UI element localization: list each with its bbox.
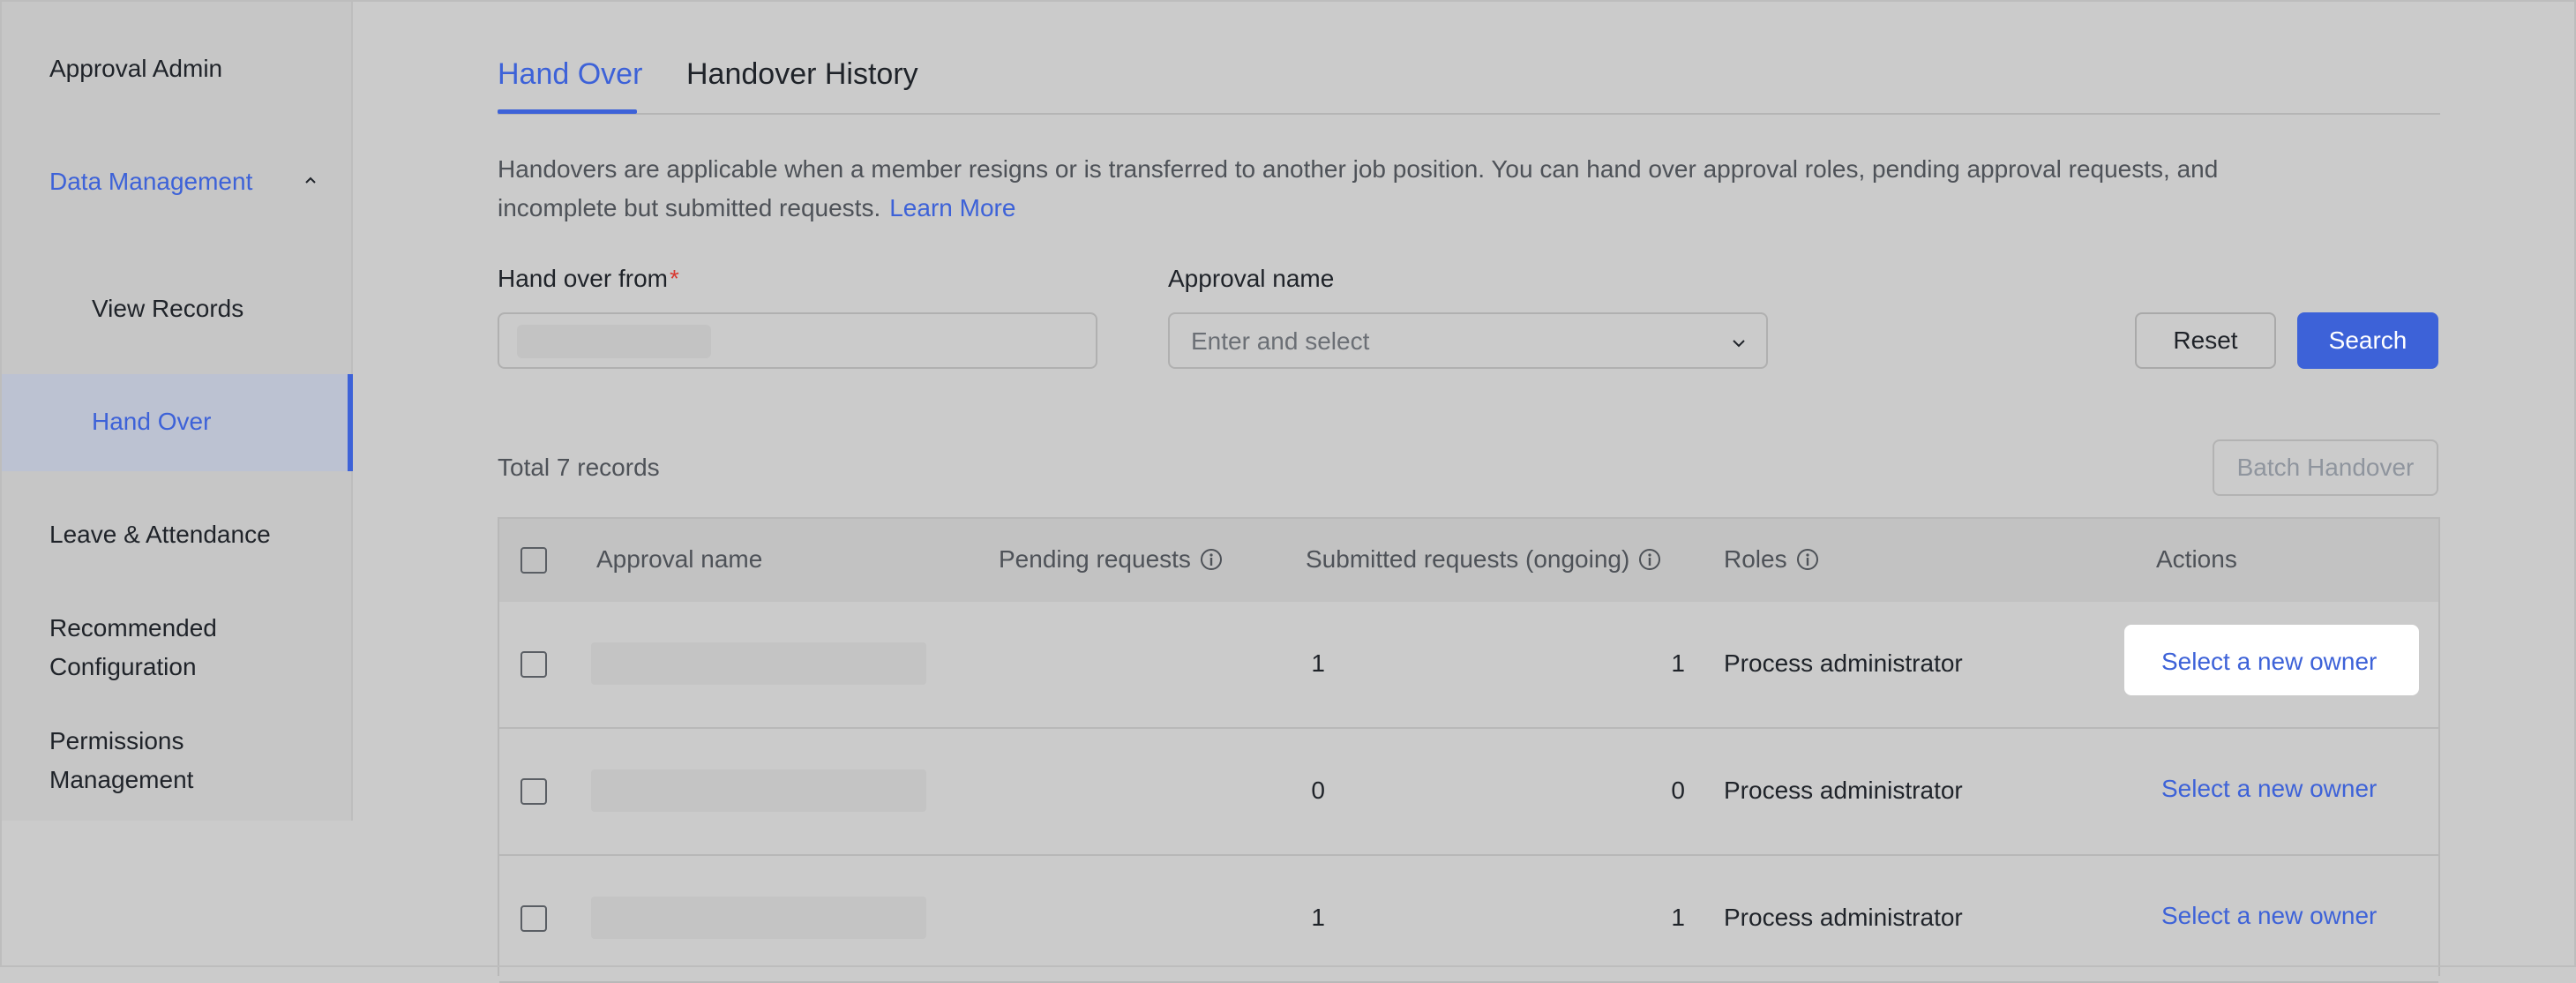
sidebar-item-data-management[interactable]: Data Management [49, 162, 252, 201]
select-all-checkbox[interactable] [520, 547, 547, 574]
sidebar-item-leave-attendance[interactable]: Leave & Attendance [49, 515, 271, 554]
total-records: Total 7 records [498, 454, 660, 481]
header-pending-requests: Pending requests [999, 540, 1223, 579]
hand-over-from-input[interactable] [498, 312, 1097, 369]
select-new-owner-link[interactable]: Select a new owner [2161, 642, 2377, 681]
description-line2: incomplete but submitted requests. [498, 194, 881, 221]
pending-count: 0 [1311, 777, 1325, 804]
reset-button[interactable]: Reset [2135, 312, 2276, 369]
approval-name-select[interactable]: Enter and select [1168, 312, 1768, 369]
sidebar-item-permissions-line2[interactable]: Management [49, 761, 193, 799]
table-row: 0 0 Process administrator [499, 729, 2438, 856]
hand-over-from-text: Hand over from [498, 265, 668, 292]
role-value: Process administrator [1724, 649, 1963, 677]
submitted-count: 1 [1671, 904, 1685, 931]
chevron-down-icon [1733, 340, 1745, 348]
search-button[interactable]: Search [2297, 312, 2438, 369]
tab-handover-history[interactable]: Handover History [686, 53, 918, 95]
sidebar-item-approval-admin[interactable]: Approval Admin [49, 49, 222, 88]
row-checkbox[interactable] [520, 651, 547, 678]
sidebar-item-view-records[interactable]: View Records [92, 289, 243, 328]
approval-name-label: Approval name [1168, 265, 1335, 292]
header-roles-label: Roles [1724, 545, 1787, 573]
tab-active-underline [498, 109, 637, 114]
row-checkbox[interactable] [520, 905, 547, 932]
sidebar: Approval Admin Data Management View Reco… [0, 0, 353, 821]
redacted-approval-name [591, 897, 926, 939]
info-icon[interactable] [1200, 548, 1223, 571]
select-new-owner-link[interactable]: Select a new owner [2161, 769, 2377, 808]
header-approval-name: Approval name [596, 545, 763, 573]
description-line1: Handovers are applicable when a member r… [498, 155, 2219, 183]
pending-count: 1 [1311, 649, 1325, 677]
table-row: 1 1 Process administrator [499, 856, 2438, 983]
tabs-divider [498, 113, 2440, 115]
approval-name-placeholder: Enter and select [1191, 327, 1370, 355]
role-value: Process administrator [1724, 904, 1963, 931]
table-header: Approval name Pending requests Submitted… [499, 519, 2438, 602]
header-actions: Actions [2156, 545, 2237, 573]
info-icon[interactable] [1796, 548, 1819, 571]
select-new-owner-link[interactable]: Select a new owner [2161, 897, 2377, 935]
handover-description: Handovers are applicable when a member r… [498, 150, 2438, 228]
required-mark: * [669, 265, 679, 292]
row-checkbox[interactable] [520, 778, 547, 805]
sidebar-active-indicator [348, 374, 353, 471]
header-roles: Roles [1724, 540, 1819, 579]
batch-handover-button[interactable]: Batch Handover [2213, 439, 2438, 496]
sidebar-item-hand-over[interactable]: Hand Over [92, 402, 211, 441]
sidebar-item-recommended-line1[interactable]: Recommended [49, 609, 217, 648]
redacted-approval-name [591, 769, 926, 812]
pending-count: 1 [1311, 904, 1325, 931]
learn-more-link[interactable]: Learn More [889, 194, 1015, 221]
header-submitted-label: Submitted requests (ongoing) [1306, 545, 1630, 573]
chevron-up-icon[interactable] [303, 173, 318, 187]
hand-over-from-label: Hand over from* [498, 259, 679, 298]
sidebar-item-recommended-line2[interactable]: Configuration [49, 648, 197, 687]
redacted-member-name [517, 325, 711, 358]
handover-table: Approval name Pending requests Submitted… [498, 517, 2440, 983]
header-submitted-requests: Submitted requests (ongoing) [1306, 540, 1661, 579]
tab-hand-over[interactable]: Hand Over [498, 53, 642, 95]
redacted-approval-name [591, 642, 926, 685]
submitted-count: 1 [1671, 649, 1685, 677]
info-icon[interactable] [1638, 548, 1661, 571]
role-value: Process administrator [1724, 777, 1963, 804]
header-pending-label: Pending requests [999, 545, 1191, 573]
submitted-count: 0 [1671, 777, 1685, 804]
sidebar-item-permissions-line1[interactable]: Permissions [49, 722, 183, 761]
